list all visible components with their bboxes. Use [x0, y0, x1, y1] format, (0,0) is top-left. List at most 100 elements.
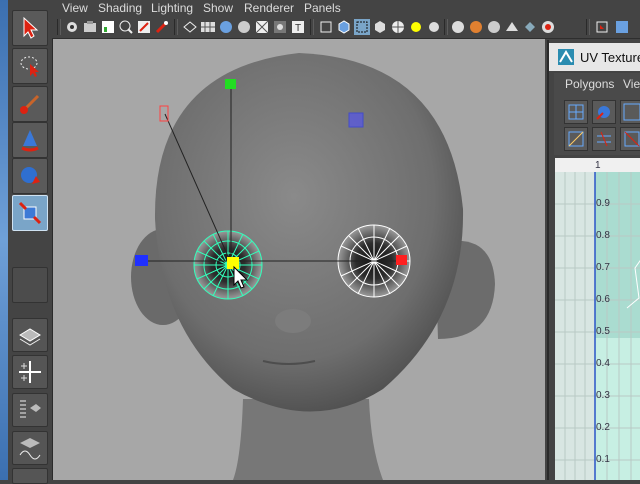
menu-view[interactable]: View — [62, 1, 88, 15]
uv-axis-label: 0.8 — [596, 230, 610, 241]
uv-axis-label: 0.7 — [596, 262, 610, 273]
flat-shade-icon[interactable] — [236, 19, 252, 35]
layout-single-icon — [19, 328, 41, 346]
image-plane-icon[interactable] — [100, 19, 116, 35]
shadows-icon[interactable] — [450, 19, 466, 35]
grease-pencil-icon[interactable] — [136, 19, 152, 35]
uv-axis-label: 0.4 — [596, 358, 610, 369]
layout-four-icon — [19, 361, 41, 383]
2d-pan-zoom-icon[interactable] — [118, 19, 134, 35]
anti-alias-icon[interactable] — [504, 19, 520, 35]
panel-toolbar: T — [52, 16, 640, 39]
layout-outliner-button[interactable] — [12, 393, 48, 427]
hdr-icon[interactable] — [540, 19, 556, 35]
toolbar-separator — [174, 19, 178, 35]
desktop-edge — [0, 0, 8, 480]
default-material-icon[interactable] — [372, 19, 388, 35]
uv-axis-label: 0.5 — [596, 326, 610, 337]
uv-select-button[interactable] — [564, 100, 588, 124]
uv-sew-icon — [597, 131, 611, 147]
toolbar-separator — [586, 19, 590, 35]
uv-editor-toolbar — [554, 95, 640, 155]
center-pivot-handle[interactable] — [227, 257, 239, 269]
grid-toggle-icon[interactable] — [200, 19, 216, 35]
uv-axis-label: 0.6 — [596, 294, 610, 305]
motion-blur-icon[interactable] — [486, 19, 502, 35]
uv-grid-icon — [623, 103, 640, 121]
uv-texture-editor-panel: UV Texture Polygons View — [547, 40, 640, 480]
uv-sew-button[interactable] — [592, 127, 616, 151]
uv-axis-label: 0.2 — [596, 422, 610, 433]
uv-cut-button[interactable] — [564, 127, 588, 151]
toolbar-separator — [57, 19, 61, 35]
layout-single-button[interactable] — [12, 318, 48, 352]
menu-lighting[interactable]: Lighting — [151, 1, 193, 15]
y-scale-handle[interactable] — [225, 79, 236, 89]
menu-shading[interactable]: Shading — [98, 1, 142, 15]
ambient-occlusion-icon[interactable] — [468, 19, 484, 35]
uv-editor-title: UV Texture — [580, 50, 640, 65]
last-tool-button[interactable] — [12, 267, 48, 303]
texture-icon[interactable] — [272, 19, 288, 35]
svg-text:T: T — [295, 23, 301, 34]
layout-graph-button[interactable] — [12, 431, 48, 465]
uv-axis-label: 0.1 — [596, 454, 610, 465]
perspective-viewport[interactable] — [53, 39, 545, 480]
uv-grid-view[interactable]: 1 0.9 0.8 0.7 0.6 0.5 0.4 0.3 0.2 0.1 — [555, 158, 640, 480]
uv-axis-label: 0.9 — [596, 198, 610, 209]
isolate-select-icon[interactable] — [318, 19, 334, 35]
uv-axis-label: 0.3 — [596, 390, 610, 401]
uv-grid-button[interactable] — [620, 100, 640, 124]
maya-logo-icon — [558, 49, 574, 65]
isolate-icon[interactable] — [594, 19, 610, 35]
layout-four-button[interactable] — [12, 355, 48, 389]
z-scale-handle[interactable] — [135, 255, 148, 266]
nose-shape — [275, 309, 311, 333]
paint-brush-icon[interactable] — [154, 19, 170, 35]
select-tool-button[interactable] — [12, 10, 48, 46]
xray-icon[interactable] — [254, 19, 270, 35]
uv-move-button[interactable] — [592, 100, 616, 124]
panel-menu-bar: View Shading Lighting Show Renderer Pane… — [52, 0, 640, 16]
arrow-icon — [23, 16, 39, 39]
uv-column-label: 1 — [595, 160, 601, 171]
smooth-shade-icon[interactable] — [218, 19, 234, 35]
menu-renderer[interactable]: Renderer — [244, 1, 294, 15]
camera-attributes-icon[interactable] — [64, 19, 80, 35]
bookmark-icon[interactable] — [82, 19, 98, 35]
depth-of-field-icon[interactable] — [522, 19, 538, 35]
move-tool-button[interactable] — [12, 122, 48, 158]
bounding-box-icon[interactable] — [354, 19, 370, 35]
layout-graph-icon — [19, 438, 41, 460]
layout-extra-button[interactable] — [12, 468, 48, 484]
uv-grid-select-icon — [568, 104, 584, 120]
uv-editor-menubar: Polygons View — [554, 73, 640, 95]
wireframe-icon[interactable] — [182, 19, 198, 35]
uv-editor-titlebar[interactable]: UV Texture — [549, 43, 640, 71]
x-scale-handle[interactable] — [396, 255, 407, 265]
scale-tool-button[interactable] — [12, 195, 48, 231]
head-mesh — [154, 53, 464, 412]
shaded-cube-icon[interactable] — [336, 19, 352, 35]
xray-joints-icon[interactable] — [614, 19, 630, 35]
light-icon[interactable] — [408, 19, 424, 35]
uv-menu-view[interactable]: View — [623, 77, 640, 91]
rotate-tool-icon — [21, 167, 40, 184]
checker-icon[interactable] — [390, 19, 406, 35]
plane-handle-blue[interactable] — [348, 112, 364, 128]
rotate-tool-button[interactable] — [12, 158, 48, 194]
menu-show[interactable]: Show — [203, 1, 233, 15]
paint-select-tool-button[interactable] — [12, 86, 48, 122]
lasso-tool-button[interactable] — [12, 48, 48, 84]
toolbar-separator — [310, 19, 314, 35]
uv-move-icon — [596, 106, 610, 120]
menu-panels[interactable]: Panels — [304, 1, 341, 15]
lasso-select-icon — [20, 56, 39, 77]
scene-render[interactable] — [53, 39, 545, 480]
toolbar-separator — [444, 19, 448, 35]
text-display-icon[interactable]: T — [290, 19, 306, 35]
multiple-lights-icon[interactable] — [426, 19, 442, 35]
uv-cut-icon — [568, 131, 584, 147]
uv-unfold-button[interactable] — [620, 127, 640, 151]
uv-menu-polygons[interactable]: Polygons — [565, 77, 614, 91]
